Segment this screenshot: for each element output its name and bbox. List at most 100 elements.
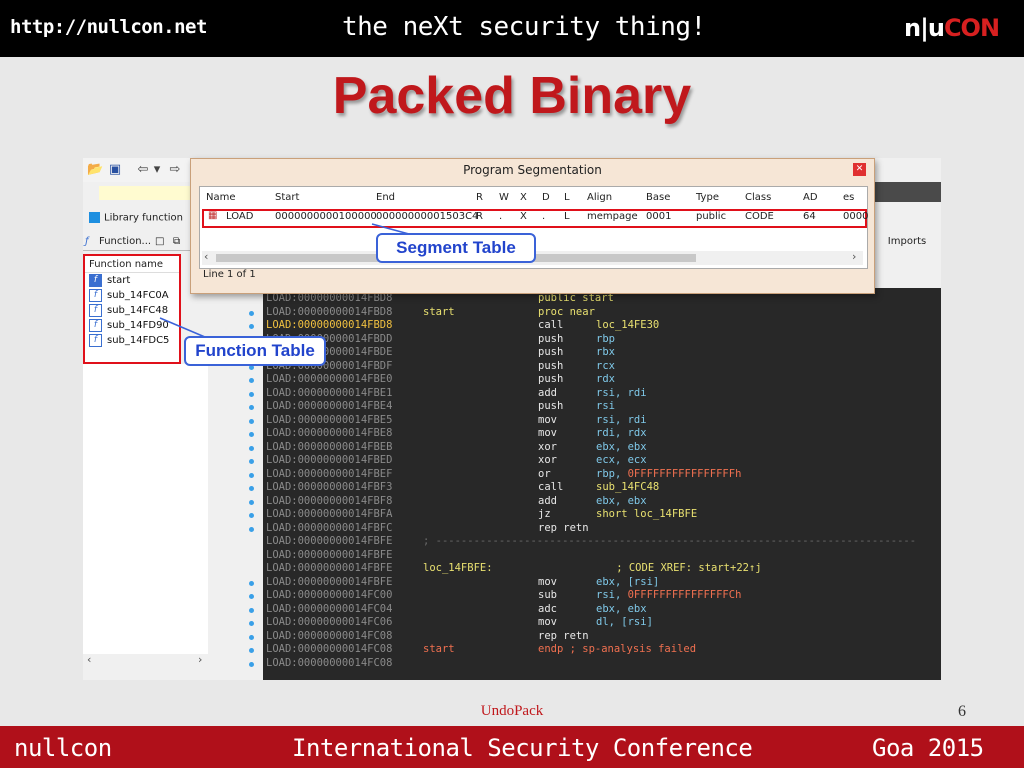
code-line[interactable]: LOAD:00000000014FC08 bbox=[263, 657, 941, 671]
function-item[interactable]: f start bbox=[85, 273, 179, 288]
segment-cell: mempage bbox=[587, 211, 638, 222]
breakpoint-dot-icon[interactable] bbox=[249, 418, 254, 424]
code-line[interactable]: LOAD:00000000014FC08 rep retn bbox=[263, 630, 941, 644]
segment-column-header[interactable]: Type bbox=[696, 192, 719, 203]
segment-cell: X bbox=[520, 211, 527, 222]
function-item[interactable]: f sub_14FD90 bbox=[85, 318, 179, 333]
function-item[interactable]: f sub_14FC0A bbox=[85, 288, 179, 303]
code-mnemonic: proc near bbox=[538, 305, 595, 318]
code-line[interactable]: LOAD:00000000014FBEF or rbp, 0FFFFFFFFFFFF… bbox=[263, 468, 941, 482]
breakpoint-dot-icon[interactable] bbox=[249, 391, 254, 397]
code-line[interactable]: LOAD:00000000014FBF8 add ebx, ebx bbox=[263, 495, 941, 509]
code-line[interactable]: LOAD:00000000014FBED xor ecx, ecx bbox=[263, 454, 941, 468]
breakpoint-dot-icon[interactable] bbox=[249, 499, 254, 505]
close-icon[interactable]: ✕ bbox=[853, 163, 866, 176]
breakpoint-dot-icon[interactable] bbox=[249, 310, 254, 316]
function-list-scrollbar[interactable]: ‹ › bbox=[83, 653, 208, 668]
code-line[interactable]: LOAD:00000000014FC08 start endp ; sp-analy… bbox=[263, 643, 941, 657]
code-line[interactable]: LOAD:00000000014FC00 sub rsi, 0FFFFFFFFFFF… bbox=[263, 589, 941, 603]
scroll-right-icon[interactable]: › bbox=[852, 250, 856, 263]
function-name-column-header[interactable]: Function name bbox=[85, 256, 179, 273]
breakpoint-dot-icon[interactable] bbox=[249, 648, 254, 653]
code-line[interactable]: LOAD:00000000014FBFC rep retn bbox=[263, 522, 941, 536]
forward-arrow-icon[interactable]: ⇨ bbox=[167, 162, 183, 178]
segment-column-header[interactable]: R bbox=[476, 192, 483, 203]
code-line[interactable]: LOAD:00000000014FBFA jz short loc_14FBFE bbox=[263, 508, 941, 522]
segment-cell: 00000000001503C4 bbox=[376, 211, 479, 222]
function-item[interactable]: f sub_14FC48 bbox=[85, 303, 179, 318]
breakpoint-dot-icon[interactable] bbox=[249, 513, 254, 518]
breakpoint-dot-icon[interactable] bbox=[249, 607, 254, 613]
breakpoint-dot-icon[interactable] bbox=[249, 486, 254, 491]
code-address: LOAD:00000000014FBE5 bbox=[266, 413, 393, 426]
float-icon[interactable]: ⧉ bbox=[173, 236, 180, 247]
scroll-left-icon[interactable]: ‹ bbox=[87, 653, 91, 666]
segment-column-header[interactable]: Start bbox=[275, 192, 299, 203]
functions-tab-label: Function... bbox=[99, 236, 152, 247]
segment-column-header[interactable]: End bbox=[376, 192, 395, 203]
scroll-right-icon[interactable]: › bbox=[198, 653, 202, 666]
code-operands: rsi, rdi bbox=[596, 413, 647, 426]
code-line[interactable]: LOAD:00000000014FBFE mov ebx, [rsi] bbox=[263, 576, 941, 590]
logo-left: n|u bbox=[904, 14, 945, 42]
code-line[interactable]: LOAD:00000000014FBDD push rbp bbox=[263, 333, 941, 347]
segment-column-header[interactable]: X bbox=[520, 192, 527, 203]
segment-column-header[interactable]: Base bbox=[646, 192, 670, 203]
segment-column-header[interactable]: Class bbox=[745, 192, 771, 203]
functions-window-tab[interactable]: ƒ Function... □ ⧉ bbox=[83, 234, 193, 251]
code-line[interactable]: LOAD:00000000014FBDF push rcx bbox=[263, 360, 941, 374]
code-line[interactable]: LOAD:00000000014FBD8 call loc_14FE30 bbox=[263, 319, 941, 333]
segment-column-header[interactable]: W bbox=[499, 192, 509, 203]
restore-icon[interactable]: □ bbox=[155, 236, 164, 247]
code-address: LOAD:00000000014FBD8 bbox=[266, 292, 393, 304]
code-line[interactable]: LOAD:00000000014FBD8 public start bbox=[263, 292, 941, 306]
open-folder-icon[interactable]: 📂 bbox=[87, 162, 103, 178]
breakpoint-dot-icon[interactable] bbox=[249, 526, 254, 532]
breakpoint-dot-icon[interactable] bbox=[249, 378, 254, 383]
segment-column-header[interactable]: D bbox=[542, 192, 550, 203]
disassembly-view[interactable]: LOAD:00000000014FBD8 public start LOAD:000… bbox=[263, 288, 941, 680]
segment-column-header[interactable]: es bbox=[843, 192, 854, 203]
breakpoint-dot-icon[interactable] bbox=[249, 661, 254, 667]
breakpoint-dot-icon[interactable] bbox=[249, 432, 254, 437]
code-mnemonic: push bbox=[538, 332, 564, 345]
function-icon: f bbox=[89, 303, 102, 317]
segment-column-header[interactable]: Name bbox=[206, 192, 236, 203]
scroll-left-icon[interactable]: ‹ bbox=[204, 250, 208, 263]
function-item[interactable]: f sub_14FDC5 bbox=[85, 333, 179, 348]
code-line[interactable]: LOAD:00000000014FBE8 mov rdi, rdx bbox=[263, 427, 941, 441]
code-mnemonic: push bbox=[538, 400, 564, 412]
breakpoint-dot-icon[interactable] bbox=[249, 472, 254, 478]
code-line[interactable]: LOAD:00000000014FBE5 mov rsi, rdi bbox=[263, 414, 941, 428]
code-line[interactable]: LOAD:00000000014FBFE loc_14FBFE: ; CODE X… bbox=[263, 562, 941, 576]
code-line[interactable]: LOAD:00000000014FBF3 call sub_14FC48 bbox=[263, 481, 941, 495]
navigation-band[interactable] bbox=[99, 186, 195, 200]
segment-column-header[interactable]: L bbox=[564, 192, 570, 203]
tab-imports[interactable]: Imports bbox=[873, 233, 941, 251]
code-operands: ebx, ebx bbox=[596, 602, 647, 615]
segment-column-header[interactable]: Align bbox=[587, 192, 612, 203]
breakpoint-dot-icon[interactable] bbox=[249, 405, 254, 410]
code-line[interactable]: LOAD:00000000014FBE4 push rsi bbox=[263, 400, 941, 414]
code-line[interactable]: LOAD:00000000014FBEB xor ebx, ebx bbox=[263, 441, 941, 455]
save-icon[interactable]: ▣ bbox=[107, 162, 123, 178]
code-address: LOAD:00000000014FBF8 bbox=[266, 494, 393, 507]
breakpoint-dot-icon[interactable] bbox=[249, 621, 254, 626]
breakpoint-dot-icon[interactable] bbox=[249, 445, 254, 451]
code-line[interactable]: LOAD:00000000014FC04 adc ebx, ebx bbox=[263, 603, 941, 617]
code-line[interactable]: LOAD:00000000014FBFE ; ------------------… bbox=[263, 535, 941, 549]
code-line[interactable]: LOAD:00000000014FBE0 push rdx bbox=[263, 373, 941, 387]
code-line[interactable]: LOAD:00000000014FBD8 start proc near bbox=[263, 306, 941, 320]
dropdown-icon[interactable]: ▾ bbox=[149, 162, 165, 178]
breakpoint-dot-icon[interactable] bbox=[249, 459, 254, 464]
code-line[interactable]: LOAD:00000000014FC06 mov dl, [rsi] bbox=[263, 616, 941, 630]
code-line[interactable]: LOAD:00000000014FBFE bbox=[263, 549, 941, 563]
breakpoint-dot-icon[interactable] bbox=[249, 324, 254, 329]
breakpoint-dot-icon[interactable] bbox=[249, 594, 254, 599]
code-line[interactable]: LOAD:00000000014FBE1 add rsi, rdi bbox=[263, 387, 941, 401]
breakpoint-dot-icon[interactable] bbox=[249, 580, 254, 586]
breakpoint-dot-icon[interactable] bbox=[249, 634, 254, 640]
segment-column-header[interactable]: AD bbox=[803, 192, 818, 203]
code-line[interactable]: LOAD:00000000014FBDE push rbx bbox=[263, 346, 941, 360]
code-address: LOAD:00000000014FBFE bbox=[266, 535, 393, 547]
